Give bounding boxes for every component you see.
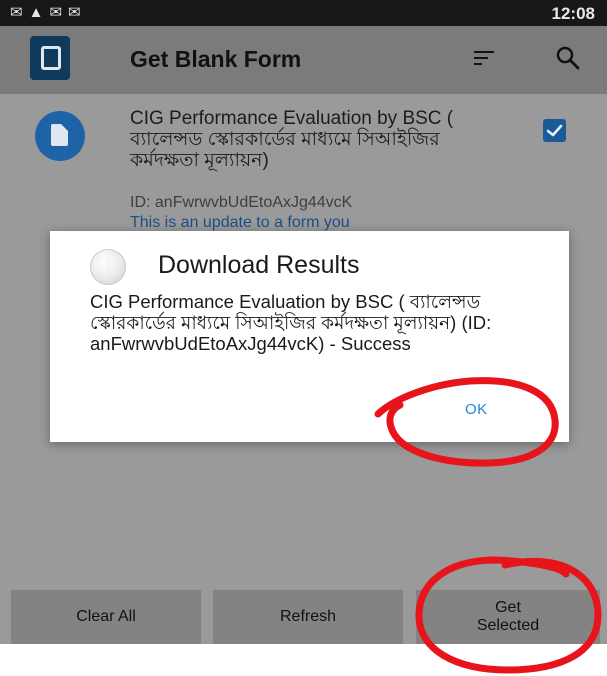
form-checkbox[interactable]	[543, 119, 566, 142]
clear-all-label: Clear All	[76, 608, 136, 625]
document-icon	[51, 124, 68, 146]
app-logo-icon	[30, 36, 70, 80]
notification-icons: ✉▲✉✉	[10, 3, 87, 21]
checkmark-icon	[546, 124, 563, 137]
dialog-message: CIG Performance Evaluation by BSC ( ব্যা…	[90, 291, 492, 354]
status-bar: ✉▲✉✉ 12:08	[0, 0, 607, 26]
form-icon	[35, 111, 85, 161]
form-update-note: This is an update to a form you	[130, 214, 350, 231]
warning-icon: ▲	[28, 4, 50, 21]
status-time: 12:08	[551, 4, 595, 23]
dialog-title: Download Results	[158, 251, 360, 279]
phone-screen: ✉▲✉✉ 12:08 Get Blank Form CIG Performanc…	[0, 0, 607, 644]
form-title: CIG Performance Evaluation by BSC ( ব্যা…	[130, 108, 454, 171]
sort-icon[interactable]	[474, 48, 494, 68]
message-icon: ✉	[68, 4, 87, 21]
refresh-label: Refresh	[279, 608, 337, 625]
refresh-button[interactable]: Refresh	[213, 590, 403, 644]
get-selected-button[interactable]: Get Selected	[416, 590, 600, 644]
form-id: ID: anFwrwvbUdEtoAxJg44vcK	[130, 194, 353, 211]
search-icon[interactable]	[554, 44, 582, 72]
get-selected-label-line1: Get	[495, 599, 521, 616]
page-title: Get Blank Form	[130, 46, 302, 72]
message-icon: ✉	[49, 4, 69, 21]
ok-button[interactable]: OK	[465, 401, 488, 418]
download-results-dialog: i Download Results CIG Performance Evalu…	[50, 231, 569, 442]
get-selected-label-line2: Selected	[476, 617, 540, 634]
info-icon: i	[90, 249, 126, 285]
app-bar: Get Blank Form	[0, 26, 607, 94]
mail-icon: ✉	[10, 4, 29, 21]
clear-all-button[interactable]: Clear All	[11, 590, 201, 644]
bottom-button-bar: Clear All Refresh Get Selected	[0, 590, 607, 644]
